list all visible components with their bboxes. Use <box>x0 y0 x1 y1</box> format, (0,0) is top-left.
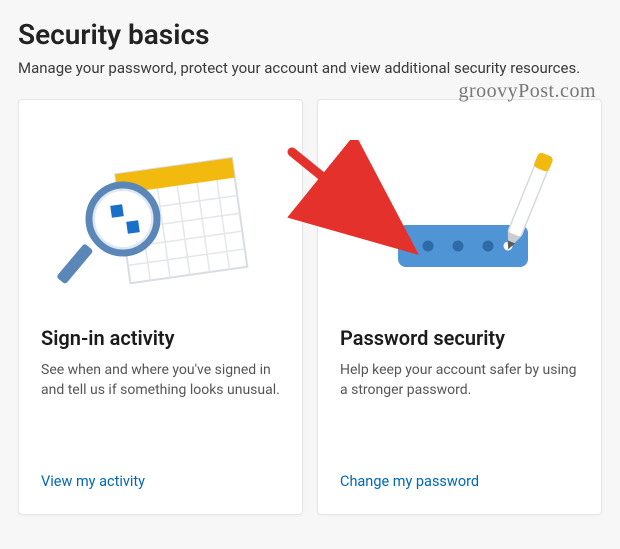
password-pen-icon <box>350 137 570 307</box>
view-my-activity-link[interactable]: View my activity <box>41 473 280 490</box>
page-title: Security basics <box>18 18 602 51</box>
card-password-security[interactable]: Password security Help keep your account… <box>317 99 602 515</box>
card-title: Sign-in activity <box>41 326 280 350</box>
watermark: groovyPost.com <box>458 80 596 103</box>
sign-in-activity-illustration <box>41 122 280 322</box>
password-security-illustration <box>340 122 579 322</box>
card-description: See when and where you've signed in and … <box>41 360 280 459</box>
page-subtitle: Manage your password, protect your accou… <box>18 59 602 77</box>
calendar-magnifier-icon <box>51 137 271 307</box>
cards-row: Sign-in activity See when and where you'… <box>18 99 602 515</box>
card-description: Help keep your account safer by using a … <box>340 360 579 459</box>
card-sign-in-activity[interactable]: Sign-in activity See when and where you'… <box>18 99 303 515</box>
change-my-password-link[interactable]: Change my password <box>340 473 579 490</box>
card-title: Password security <box>340 326 579 350</box>
